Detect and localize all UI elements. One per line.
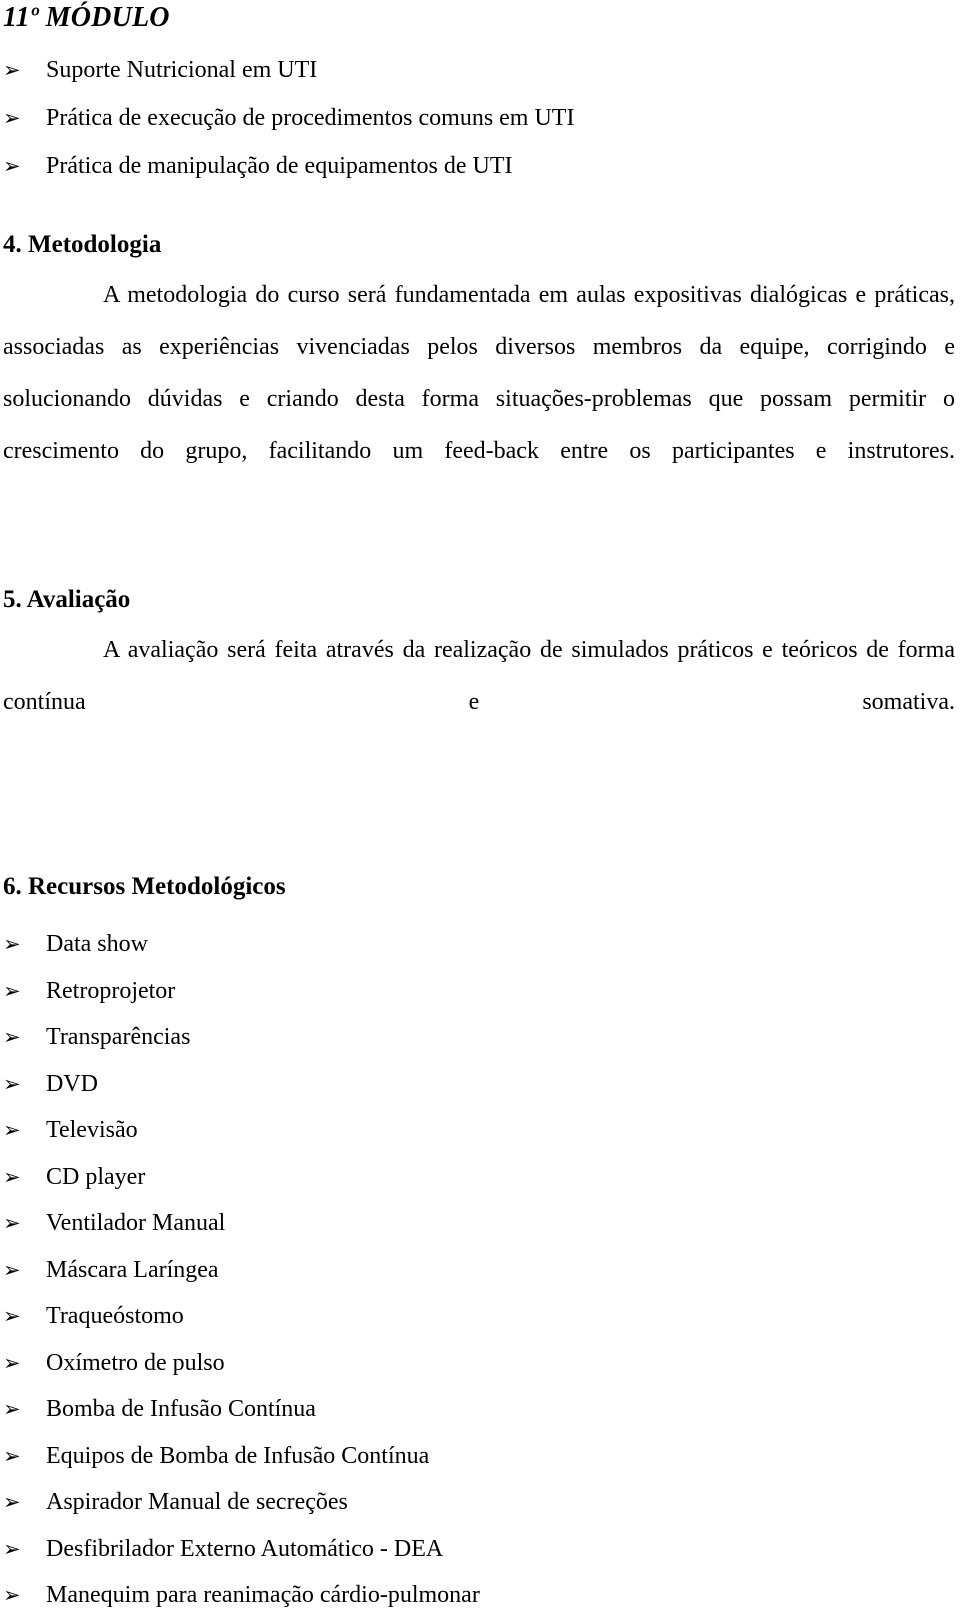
list-item-label: Prática de manipulação de equipamentos d…	[46, 153, 513, 179]
section-heading-metodologia: 4. Metodologia	[3, 231, 162, 258]
list-item-label: CD player	[46, 1163, 146, 1190]
section-heading-avaliacao: 5. Avaliação	[3, 586, 131, 613]
list-item: ➢ Desfibrilador Externo Automático - DEA	[3, 1526, 955, 1573]
recursos-metodologicos-list: ➢ Data show ➢ Retroprojetor ➢ Transparências ➢…	[3, 921, 955, 1619]
arrow-bullet-icon: ➢	[3, 1304, 21, 1328]
arrow-bullet-icon: ➢	[3, 1583, 21, 1607]
arrow-bullet-icon: ➢	[3, 154, 21, 178]
arrow-bullet-icon: ➢	[3, 1397, 21, 1421]
list-item-label: Equipos de Bomba de Infusão Contínua	[46, 1442, 430, 1469]
document-page: 11º MÓDULO ➢ Suporte Nutricional em UTI …	[0, 0, 960, 1609]
paragraph-avaliacao: A avaliação será feita através da realiz…	[3, 637, 955, 715]
arrow-bullet-icon: ➢	[3, 932, 21, 956]
arrow-bullet-icon: ➢	[3, 1164, 21, 1189]
list-item: ➢ Prática de execução de procedimentos c…	[3, 94, 955, 142]
arrow-bullet-icon: ➢	[3, 1490, 21, 1514]
list-item: ➢ Traqueóstomo	[3, 1293, 955, 1340]
paragraph-metodologia: A metodologia do curso será fundamentada…	[3, 282, 955, 464]
list-item-label: Retroprojetor	[46, 977, 176, 1004]
list-item: ➢ Equipos de Bomba de Infusão Contínua	[3, 1433, 955, 1480]
arrow-bullet-icon: ➢	[3, 1443, 21, 1468]
arrow-bullet-icon: ➢	[3, 1257, 21, 1282]
list-item: ➢ DVD	[3, 1061, 955, 1108]
list-item-label: Bomba de Infusão Contínua	[46, 1396, 316, 1422]
arrow-bullet-icon: ➢	[3, 58, 21, 82]
arrow-bullet-icon: ➢	[3, 1211, 21, 1235]
arrow-bullet-icon: ➢	[3, 978, 21, 1003]
arrow-bullet-icon: ➢	[3, 106, 21, 130]
list-item: ➢ Ventilador Manual	[3, 1200, 955, 1247]
list-item-label: Ventilador Manual	[46, 1210, 226, 1236]
list-item: ➢ Oxímetro de pulso	[3, 1340, 955, 1387]
list-item: ➢ Máscara Laríngea	[3, 1247, 955, 1294]
list-item: ➢ Retroprojetor	[3, 968, 955, 1015]
list-item: ➢ Transparências	[3, 1014, 955, 1061]
list-item-label: Data show	[46, 931, 148, 957]
list-item: ➢ Aspirador Manual de secreções	[3, 1479, 955, 1526]
list-item-label: Suporte Nutricional em UTI	[46, 57, 318, 83]
module-title: 11º MÓDULO	[3, 2, 170, 33]
arrow-bullet-icon: ➢	[3, 1025, 21, 1049]
module-topics-list: ➢ Suporte Nutricional em UTI ➢ Prática d…	[3, 46, 955, 190]
list-item-label: Desfibrilador Externo Automático - DEA	[46, 1535, 444, 1562]
arrow-bullet-icon: ➢	[3, 1071, 21, 1096]
list-item-label: Manequim para reanimação cárdio-pulmonar	[46, 1582, 480, 1608]
list-item: ➢ Prática de manipulação de equipamentos…	[3, 142, 955, 190]
list-item-label: Máscara Laríngea	[46, 1256, 219, 1283]
list-item: ➢ CD player	[3, 1154, 955, 1201]
list-item: ➢ Suporte Nutricional em UTI	[3, 46, 955, 94]
section-heading-recursos: 6. Recursos Metodológicos	[3, 873, 286, 900]
list-item: ➢ Manequim para reanimação cárdio-pulmona…	[3, 1572, 955, 1619]
arrow-bullet-icon: ➢	[3, 1536, 21, 1561]
list-item-label: Traqueóstomo	[46, 1303, 184, 1329]
list-item-label: Oxímetro de pulso	[46, 1349, 225, 1376]
list-item-label: Televisão	[46, 1117, 138, 1143]
arrow-bullet-icon: ➢	[3, 1350, 21, 1375]
list-item: ➢ Bomba de Infusão Contínua	[3, 1386, 955, 1433]
list-item: ➢ Data show	[3, 921, 955, 968]
list-item-label: Prática de execução de procedimentos com…	[46, 105, 575, 131]
arrow-bullet-icon: ➢	[3, 1118, 21, 1142]
list-item-label: Aspirador Manual de secreções	[46, 1489, 348, 1515]
list-item: ➢ Televisão	[3, 1107, 955, 1154]
list-item-label: Transparências	[46, 1024, 191, 1050]
list-item-label: DVD	[46, 1070, 98, 1097]
